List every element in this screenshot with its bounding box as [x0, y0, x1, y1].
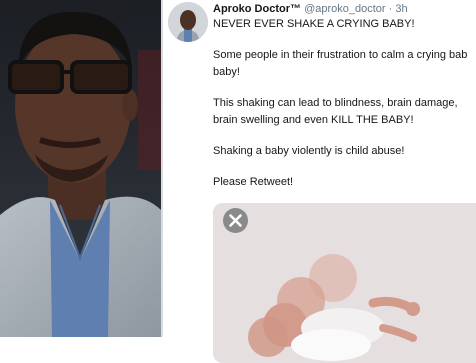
tweet-timestamp[interactable]: 3h	[395, 3, 407, 15]
author-handle[interactable]: @aproko_doctor	[304, 3, 386, 15]
tweet[interactable]: Aproko Doctor™ @aproko_doctor · 3h NEVER…	[163, 0, 476, 363]
tweet-media[interactable]	[213, 203, 476, 363]
tweet-header: Aproko Doctor™ @aproko_doctor · 3h	[213, 3, 408, 16]
man-portrait-illustration	[0, 0, 161, 337]
tweet-text: NEVER EVER SHAKE A CRYING BABY! Some peo…	[213, 16, 476, 205]
tweet-paragraph: Shaking a baby violently is child abuse!	[213, 145, 405, 157]
avatar-portrait	[168, 2, 208, 42]
profile-photo	[0, 0, 161, 337]
tweet-paragraph: Some people in their frustration to calm…	[213, 49, 468, 61]
tweet-paragraph: baby!	[213, 66, 240, 78]
author-name[interactable]: Aproko Doctor™	[213, 3, 301, 15]
author-avatar[interactable]	[168, 2, 208, 42]
tweet-paragraph: brain swelling and even KILL THE BABY!	[213, 114, 414, 126]
close-media-button[interactable]	[223, 208, 248, 233]
close-icon	[229, 214, 242, 227]
tweet-paragraph: This shaking can lead to blindness, brai…	[213, 97, 458, 109]
header-separator: ·	[388, 3, 393, 15]
shaken-baby-illustration	[213, 203, 476, 363]
tweet-paragraph: Please Retweet!	[213, 176, 294, 188]
tweet-paragraph: NEVER EVER SHAKE A CRYING BABY!	[213, 18, 415, 30]
